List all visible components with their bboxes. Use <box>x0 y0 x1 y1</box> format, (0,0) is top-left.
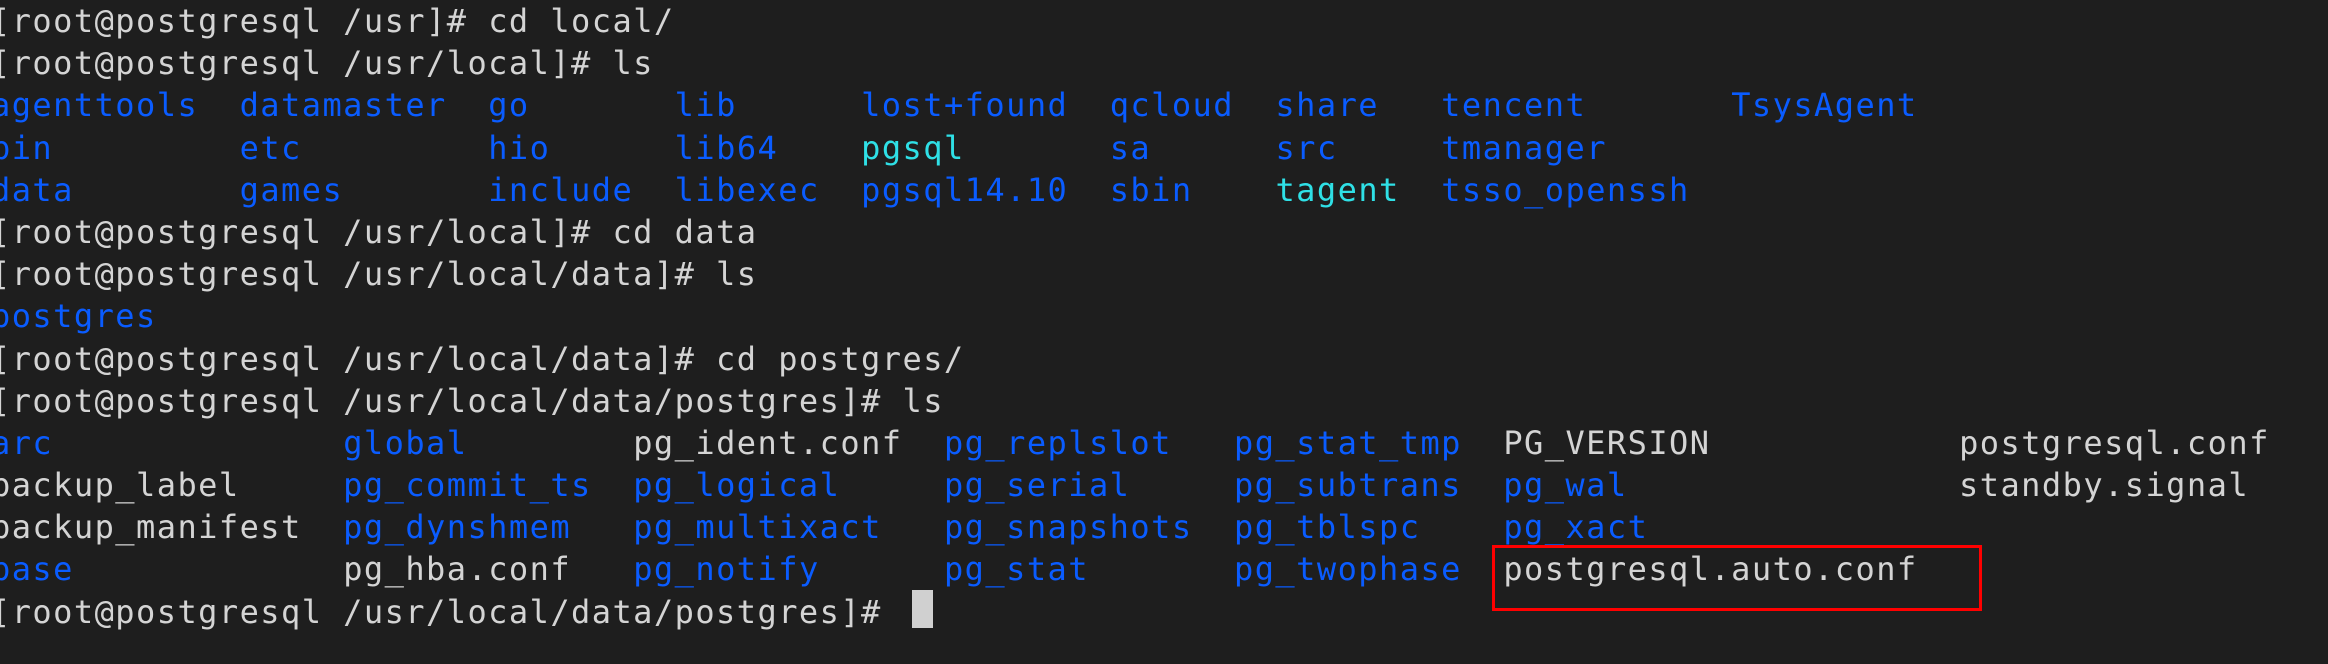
file-entry[interactable]: backup_label <box>0 466 240 504</box>
directory-entry[interactable]: pg_logical <box>633 466 840 504</box>
directory-entry[interactable]: sbin <box>1110 171 1193 209</box>
shell-prompt: [root@postgresql /usr/local]# <box>0 212 613 251</box>
directory-entry[interactable]: pg_stat <box>944 550 1089 588</box>
directory-entry[interactable]: agenttools <box>0 86 198 124</box>
ls-output-row: arc global pg_ident.conf pg_replslot pg_… <box>0 422 2270 464</box>
terminal-cursor <box>912 590 933 628</box>
shell-prompt: [root@postgresql /usr/local]# <box>0 44 613 83</box>
directory-entry[interactable]: hio <box>488 129 550 167</box>
directory-entry[interactable]: tencent <box>1441 86 1586 124</box>
directory-entry[interactable]: data <box>0 171 74 209</box>
directory-entry[interactable]: pg_stat_tmp <box>1234 424 1462 462</box>
directory-entry[interactable]: postgres <box>0 297 157 335</box>
directory-entry[interactable]: pg_subtrans <box>1234 466 1462 504</box>
executable-entry[interactable]: tagent <box>1275 171 1399 209</box>
terminal-output[interactable]: [root@postgresql /usr]# cd local/[root@p… <box>0 0 2270 633</box>
shell-command: cd data <box>612 212 758 251</box>
directory-entry[interactable]: pg_dynshmem <box>343 508 571 546</box>
prompt-line: [root@postgresql /usr/local/data]# ls <box>0 253 2270 295</box>
directory-entry[interactable]: TsysAgent <box>1731 86 1917 124</box>
file-entry[interactable]: pg_ident.conf <box>633 424 902 462</box>
directory-entry[interactable]: pg_serial <box>944 466 1130 504</box>
file-entry[interactable]: postgresql.conf <box>1959 424 2270 462</box>
directory-entry[interactable]: pg_multixact <box>633 508 882 546</box>
directory-entry[interactable]: lib64 <box>675 129 779 167</box>
directory-entry[interactable]: bin <box>0 129 53 167</box>
shell-prompt: [root@postgresql /usr]# <box>0 2 489 40</box>
directory-entry[interactable]: global <box>343 424 467 462</box>
directory-entry[interactable]: libexec <box>675 171 820 209</box>
ls-output-row: backup_label pg_commit_ts pg_logical pg_… <box>0 464 2270 506</box>
ls-output-row: agenttools datamaster go lib lost+found … <box>0 84 2270 126</box>
directory-entry[interactable]: tmanager <box>1441 129 1607 167</box>
directory-entry[interactable]: pg_snapshots <box>944 508 1193 546</box>
shell-command: ls <box>612 44 654 83</box>
directory-entry[interactable]: base <box>0 550 74 588</box>
ls-output-row: data games include libexec pgsql14.10 sb… <box>0 169 2270 211</box>
prompt-line: [root@postgresql /usr/local]# cd data <box>0 211 2270 253</box>
shell-command: cd postgres/ <box>716 339 965 378</box>
file-entry[interactable]: backup_manifest <box>0 508 302 546</box>
directory-entry[interactable]: datamaster <box>240 86 447 124</box>
directory-entry[interactable]: share <box>1275 86 1379 124</box>
directory-entry[interactable]: lost+found <box>861 86 1068 124</box>
directory-entry[interactable]: pg_commit_ts <box>343 466 592 504</box>
ls-output-row: bin etc hio lib64 pgsql sa src tmanager <box>0 127 2270 169</box>
directory-entry[interactable]: pg_tblspc <box>1234 508 1420 546</box>
executable-entry[interactable]: pgsql <box>861 129 965 167</box>
prompt-line: [root@postgresql /usr/local]# ls <box>0 42 2270 84</box>
shell-prompt: [root@postgresql /usr/local/data]# <box>0 255 717 294</box>
directory-entry[interactable]: etc <box>240 129 302 167</box>
directory-entry[interactable]: pg_wal <box>1503 466 1627 504</box>
directory-entry[interactable]: pg_twophase <box>1234 550 1462 588</box>
directory-entry[interactable]: src <box>1275 129 1337 167</box>
directory-entry[interactable]: lib <box>675 86 737 124</box>
shell-command: ls <box>902 381 944 420</box>
directory-entry[interactable]: qcloud <box>1110 86 1234 124</box>
highlight-box-postgresql-auto-conf <box>1492 545 1982 611</box>
prompt-line: [root@postgresql /usr/local/data]# cd po… <box>0 338 2270 380</box>
shell-prompt: [root@postgresql /usr/local/data/postgre… <box>0 381 903 420</box>
file-entry[interactable]: standby.signal <box>1959 466 2249 504</box>
directory-entry[interactable]: pgsql14.10 <box>861 171 1068 209</box>
directory-entry[interactable]: pg_notify <box>633 550 819 588</box>
directory-entry[interactable]: go <box>488 86 529 124</box>
directory-entry[interactable]: pg_replslot <box>944 424 1172 462</box>
directory-entry[interactable]: include <box>488 171 633 209</box>
ls-output-row: postgres <box>0 295 2270 337</box>
shell-prompt: [root@postgresql /usr/local/data/postgre… <box>0 592 903 631</box>
shell-prompt: [root@postgresql /usr/local/data]# <box>0 339 717 378</box>
directory-entry[interactable]: tsso_openssh <box>1441 171 1690 209</box>
shell-command: ls <box>716 255 758 294</box>
file-entry[interactable]: PG_VERSION <box>1503 424 1710 462</box>
directory-entry[interactable]: sa <box>1110 129 1151 167</box>
shell-command: cd local/ <box>488 2 675 40</box>
directory-entry[interactable]: pg_xact <box>1503 508 1648 546</box>
prompt-line: [root@postgresql /usr]# cd local/ <box>0 0 2270 42</box>
file-entry[interactable]: pg_hba.conf <box>343 550 571 588</box>
ls-output-row: backup_manifest pg_dynshmem pg_multixact… <box>0 506 2270 548</box>
directory-entry[interactable]: games <box>240 171 344 209</box>
directory-entry[interactable]: arc <box>0 424 53 462</box>
prompt-line: [root@postgresql /usr/local/data/postgre… <box>0 380 2270 422</box>
